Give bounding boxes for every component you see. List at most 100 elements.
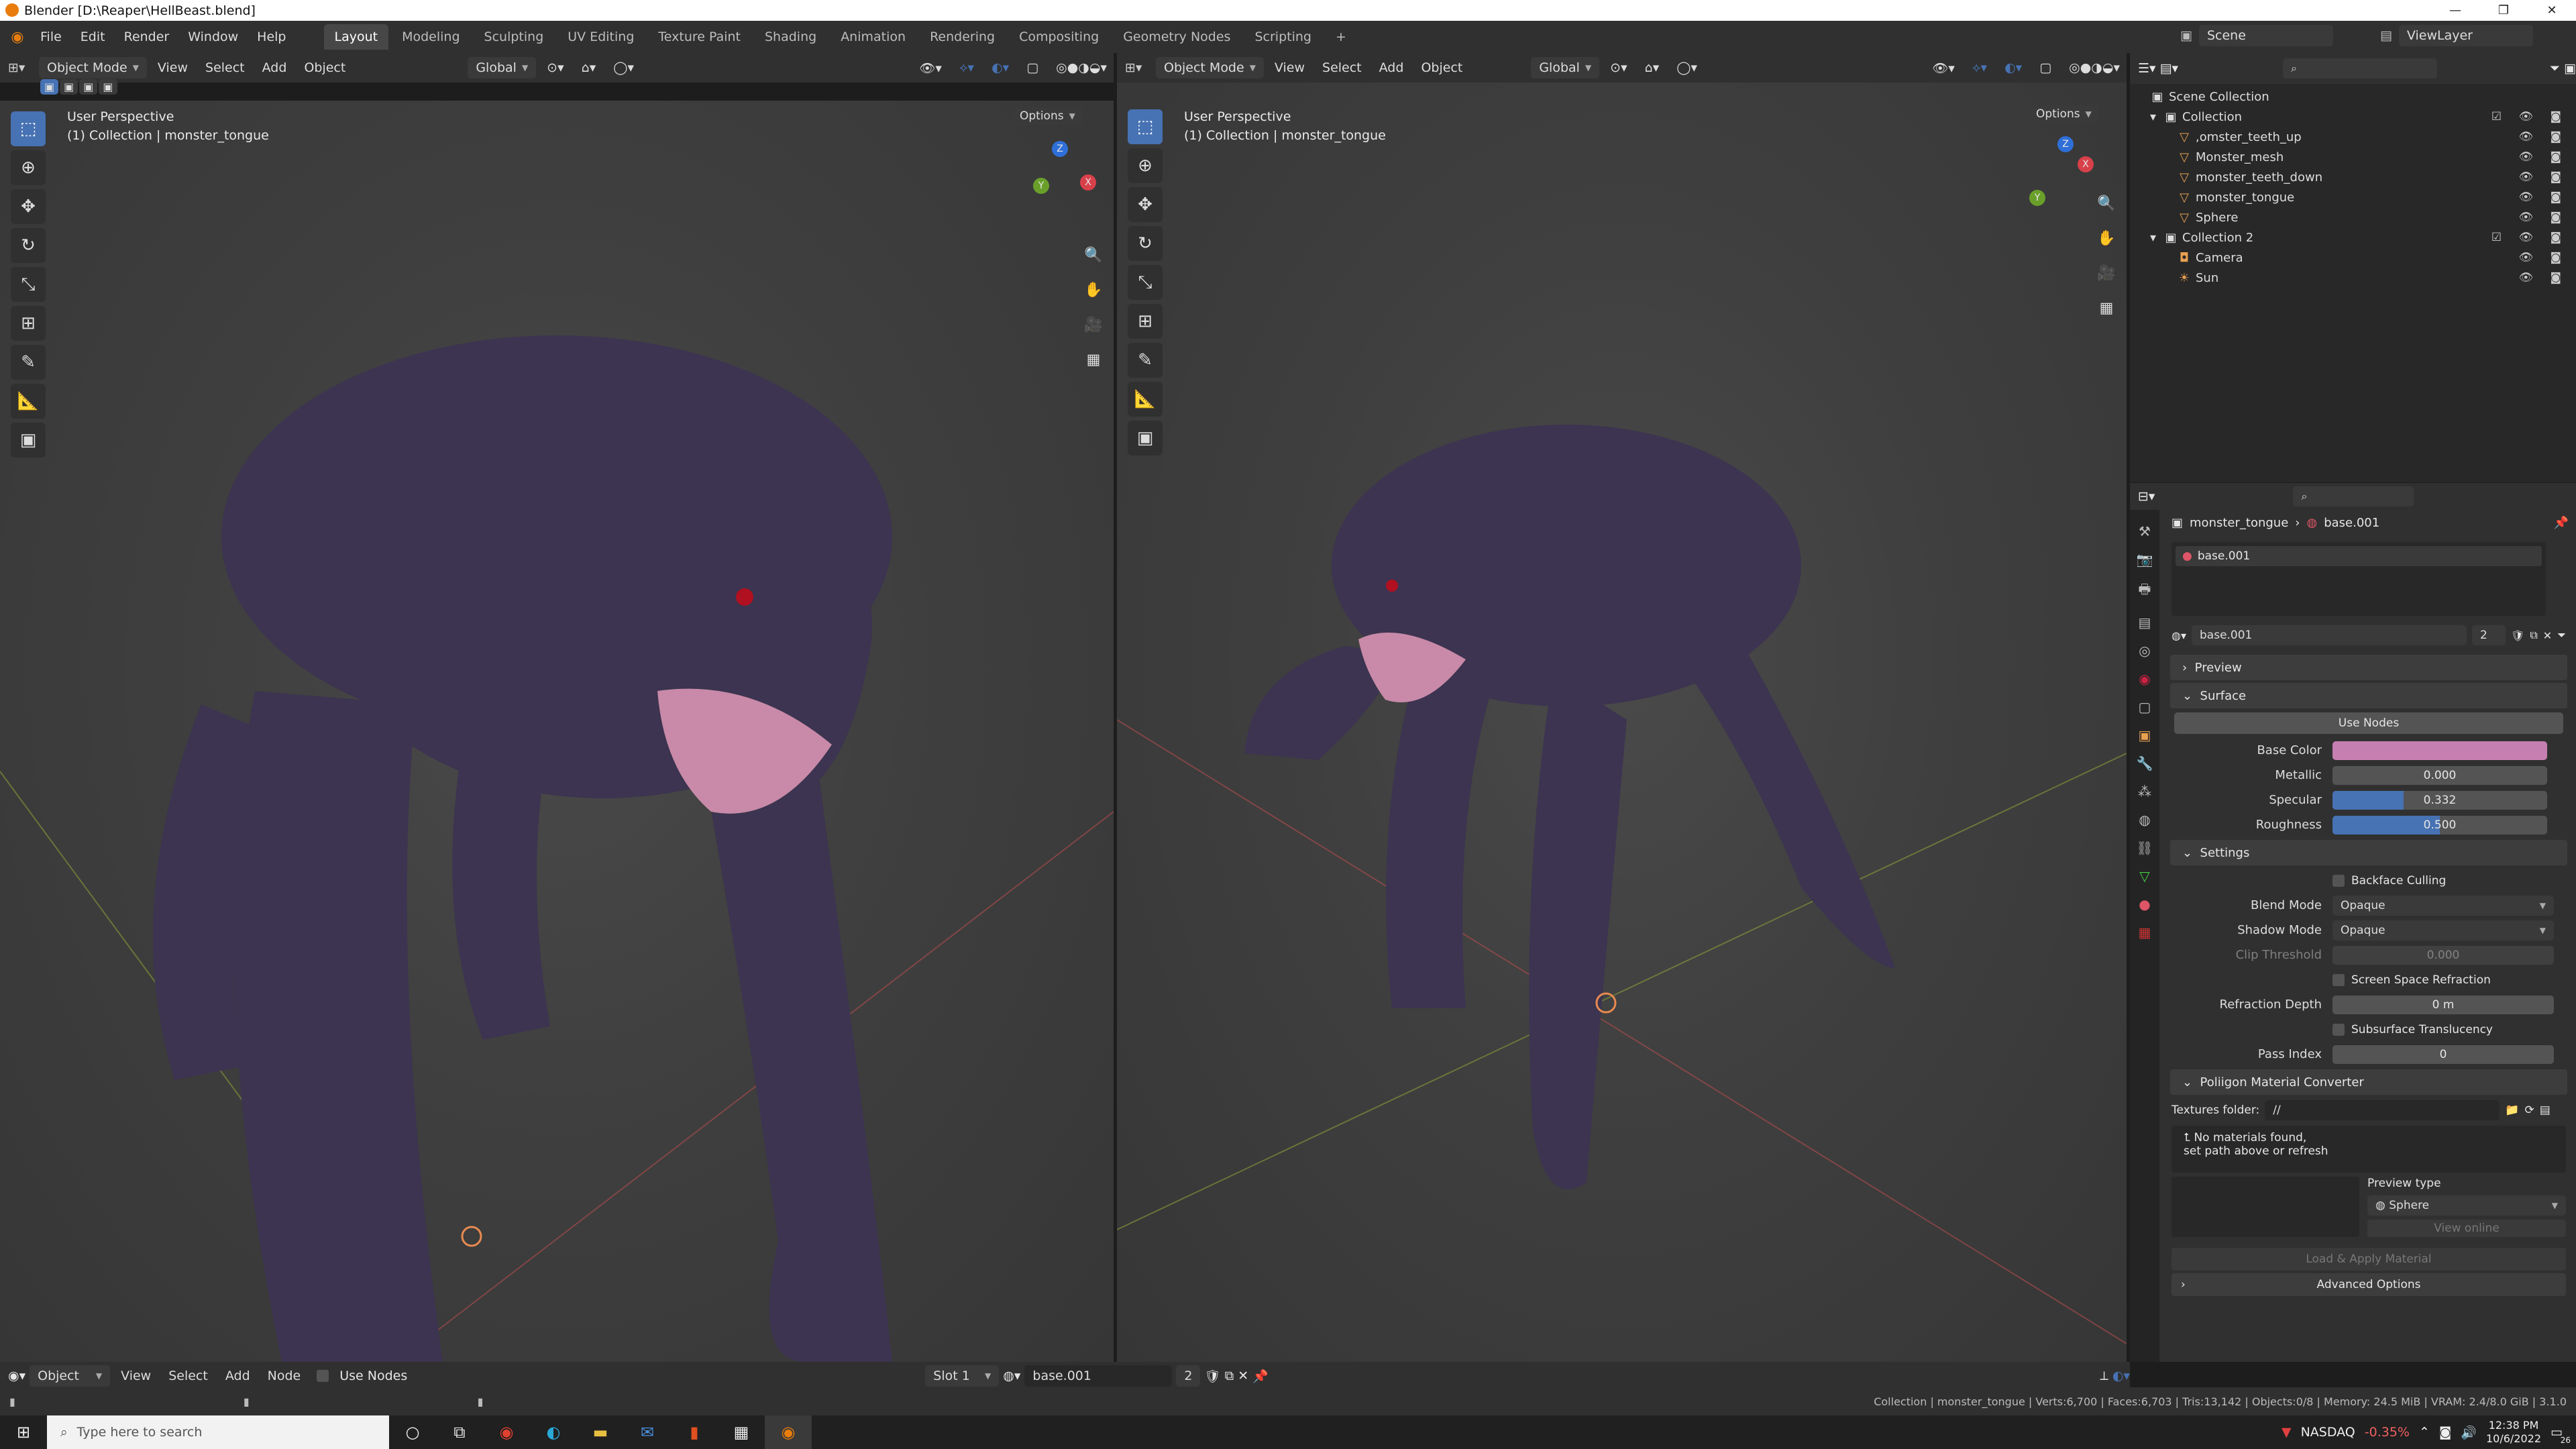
clock[interactable]: 12:38 PM 10/6/2022 (2486, 1419, 2541, 1446)
minimize-button[interactable]: — (2431, 0, 2479, 21)
proportional-icon[interactable]: ◯▾ (606, 57, 641, 78)
left-3d-viewport[interactable]: User Perspective (1) Collection | monste… (0, 101, 1114, 1362)
object-mode-dropdown[interactable]: Object Mode ▼ (1156, 57, 1264, 78)
outliner-row-object[interactable]: ▽ monster_tongue 👁 ◙ (2150, 187, 2576, 207)
output-tab-icon[interactable]: 🖶 (2139, 580, 2151, 602)
menu-render[interactable]: Render (115, 30, 179, 44)
pivot-icon[interactable]: ⊙▾ (540, 57, 570, 78)
preview-section-header[interactable]: › Preview (2170, 655, 2567, 680)
network-icon[interactable]: ◙ (2439, 1425, 2451, 1440)
settings-section-header[interactable]: ⌄ Settings (2170, 840, 2567, 865)
visibility-eye-icon[interactable]: 👁 ◙ (2519, 130, 2568, 144)
tool-tab-icon[interactable]: ⚒ (2139, 523, 2151, 539)
shadow-mode-dropdown[interactable]: Opaque ▼ (2332, 920, 2554, 941)
blend-mode-dropdown[interactable]: Opaque ▼ (2332, 895, 2554, 916)
filter-icon[interactable]: ⏷ (2557, 629, 2566, 642)
annotate-tool-icon[interactable]: ✎ (1128, 343, 1163, 378)
menu-select[interactable]: Select (199, 57, 252, 78)
tab-animation[interactable]: Animation (830, 24, 916, 50)
snap-icon[interactable]: ⌂▾ (575, 57, 603, 78)
visibility-eye-icon[interactable]: 👁 ◙ (2519, 211, 2568, 224)
data-tab-icon[interactable]: ▽ (2139, 868, 2149, 884)
taskbar-search[interactable]: ⌕ Type here to search (47, 1415, 389, 1449)
tab-modeling[interactable]: Modeling (391, 24, 470, 50)
load-apply-material-button[interactable]: Load & Apply Material (2171, 1248, 2566, 1271)
tray-chevron-icon[interactable]: ⌃ (2419, 1425, 2430, 1440)
tab-scripting[interactable]: Scripting (1244, 24, 1322, 50)
office-icon[interactable]: ▮ (671, 1415, 718, 1449)
view-layer-selector[interactable]: ViewLayer (2398, 25, 2533, 46)
move-tool-icon[interactable]: ✥ (11, 189, 46, 224)
ortho-grid-icon[interactable]: ▦ (1080, 346, 1107, 373)
proportional-icon[interactable]: ◯▾ (1670, 57, 1704, 78)
annotate-tool-icon[interactable]: ✎ (11, 345, 46, 380)
view-layer-tab-icon[interactable]: ▤ (2139, 614, 2151, 631)
visibility-eye-icon[interactable]: ☑ 👁 ◙ (2491, 231, 2568, 244)
editor-type-icon[interactable]: ⊞▾ (1125, 60, 1152, 75)
outliner-row-object[interactable]: ▽ monster_teeth_down 👁 ◙ (2150, 167, 2576, 187)
material-name-field[interactable]: base.001 (2192, 625, 2467, 645)
select-box-tool-icon[interactable]: ⬚ (1128, 109, 1163, 144)
texture-tab-icon[interactable]: ▦ (2139, 924, 2151, 941)
navigation-gizmo[interactable]: Z X Y (1013, 141, 1107, 235)
shading-modes-icon[interactable]: ◎●◑◒▾ (2062, 57, 2127, 78)
blender-menu-icon[interactable]: ◉ (4, 23, 31, 50)
scene-tab-icon[interactable]: ◎ (2139, 643, 2150, 659)
gizmo-toggle-icon[interactable]: ⟡▾ (1966, 57, 1994, 78)
modifier-tab-icon[interactable]: 🔧 (2137, 755, 2153, 771)
menu-node[interactable]: Node (261, 1365, 308, 1387)
menu-add[interactable]: Add (219, 1365, 257, 1387)
pan-hand-icon[interactable]: ✋ (2093, 225, 2120, 252)
tab-geometry-nodes[interactable]: Geometry Nodes (1112, 24, 1241, 50)
ortho-grid-icon[interactable]: ▦ (2093, 294, 2120, 321)
visibility-icon[interactable]: 👁▾ (912, 57, 949, 79)
unlink-icon[interactable]: ✕ (1238, 1368, 1248, 1383)
zoom-icon[interactable]: 🔍 (2093, 190, 2120, 217)
clip-threshold-field[interactable]: 0.000 (2332, 945, 2554, 965)
menu-add[interactable]: Add (256, 57, 294, 78)
node-material-users[interactable]: 2 (1176, 1365, 1201, 1387)
new-collection-icon[interactable]: ▣ (2564, 61, 2576, 76)
properties-editor-icon[interactable]: ⊟▾ (2138, 489, 2155, 504)
tab-rendering[interactable]: Rendering (919, 24, 1006, 50)
gizmo-x-axis[interactable]: X (2078, 156, 2094, 172)
visibility-eye-icon[interactable]: 👁 ◙ (2519, 150, 2568, 164)
base-color-swatch[interactable] (2332, 741, 2547, 760)
properties-search-input[interactable]: ⌕ (2293, 486, 2414, 506)
outliner-row-collection[interactable]: ▾ ▣ Collection 2 ☑ 👁 ◙ (2150, 227, 2576, 248)
orientation-dropdown[interactable]: Global ▼ (468, 57, 537, 78)
select-box-tool-icon[interactable]: ⬚ (11, 111, 46, 146)
snapping-icon[interactable]: ⟂ (2100, 1368, 2108, 1383)
gizmo-x-axis[interactable]: X (1080, 174, 1096, 191)
view-online-button[interactable]: View online (2367, 1220, 2566, 1237)
menu-select[interactable]: Select (1316, 57, 1368, 78)
outliner-row-scene-collection[interactable]: ▣ Scene Collection (2150, 87, 2576, 107)
left-options-button[interactable]: Options ▼ (1013, 107, 1082, 125)
refresh-icon[interactable]: ⟳ (2524, 1104, 2534, 1117)
tab-texture-paint[interactable]: Texture Paint (647, 24, 751, 50)
transform-tool-icon[interactable]: ⊞ (11, 306, 46, 341)
menu-add[interactable]: Add (1373, 57, 1411, 78)
object-mode-dropdown[interactable]: Object Mode ▼ (39, 57, 147, 78)
maximize-button[interactable]: ❐ (2479, 0, 2528, 21)
move-tool-icon[interactable]: ✥ (1128, 187, 1163, 222)
select-extend-icon[interactable]: ▣ (60, 79, 78, 95)
advanced-options-toggle[interactable]: › Advanced Options (2171, 1273, 2566, 1296)
material-slot[interactable]: ● base.001 (2176, 546, 2542, 566)
menu-view[interactable]: View (1268, 57, 1311, 78)
material-browse-icon[interactable]: ◍▾ (2171, 629, 2186, 642)
rotate-tool-icon[interactable]: ↻ (1128, 226, 1163, 261)
metallic-slider[interactable]: 0.000 (2332, 765, 2547, 785)
object-tab-icon[interactable]: ▣ (2139, 727, 2151, 743)
poliigon-section-header[interactable]: ⌄ Poliigon Material Converter (2170, 1069, 2567, 1095)
scale-tool-icon[interactable]: ⤡ (1128, 265, 1163, 300)
editor-type-icon[interactable]: ⊞▾ (8, 60, 35, 75)
pin-icon[interactable]: 📌 (2554, 516, 2569, 530)
scale-tool-icon[interactable]: ⤡ (11, 267, 46, 302)
duplicate-material-icon[interactable]: ⧉ (2530, 629, 2537, 642)
editor-type-icon[interactable]: ◉▾ (8, 1368, 25, 1383)
shader-type-dropdown[interactable]: Object ▼ (30, 1365, 111, 1387)
right-options-button[interactable]: Options ▼ (2029, 105, 2098, 123)
store-icon[interactable]: ▦ (718, 1415, 765, 1449)
menu-file[interactable]: File (31, 30, 71, 44)
